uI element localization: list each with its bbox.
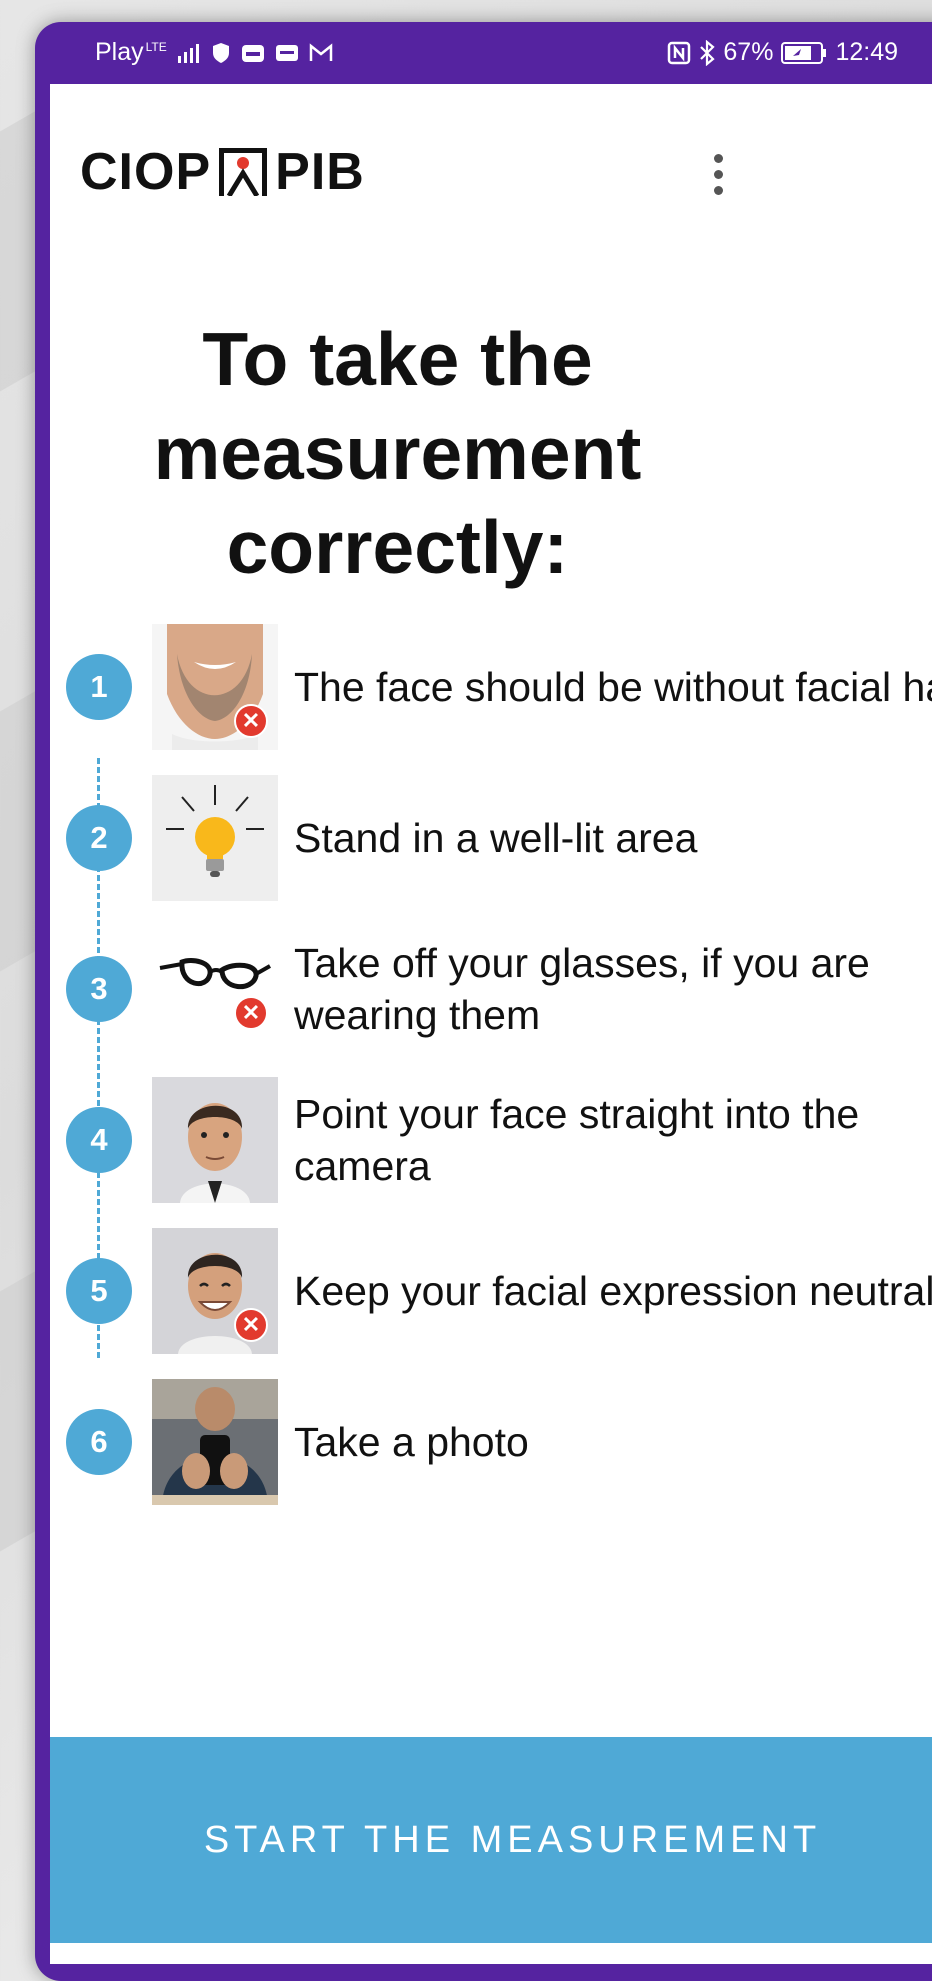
status-right: 67% 12:49 <box>667 38 898 67</box>
logo-mark-icon <box>219 148 268 196</box>
step-text: Take off your glasses, if you are wearin… <box>294 940 870 1038</box>
menu-dot-icon <box>713 153 723 163</box>
menu-dot-icon <box>713 169 723 179</box>
logo-text-right: PIB <box>275 143 365 201</box>
logo-text-left: CIOP <box>80 143 212 201</box>
sms-icon <box>275 42 299 64</box>
step-number-badge: 4 <box>66 1107 132 1173</box>
status-left: Play LTE <box>95 38 333 67</box>
step-item: 1 ✕ The face should be without facial ha… <box>50 624 932 750</box>
straight-face-image <box>152 1077 278 1203</box>
step-text: The face should be without facial hair <box>294 664 932 710</box>
smiling-face-image: ✕ <box>152 1228 278 1354</box>
step-item: 4 Point your face straight into the came… <box>50 1077 932 1203</box>
signal-icon <box>177 42 201 64</box>
step-number-badge: 5 <box>66 1258 132 1324</box>
app-notification-icon <box>241 42 265 64</box>
step-text: Stand in a well-lit area <box>294 815 698 861</box>
carrier-label: Play <box>95 38 144 66</box>
step-item: 3 ✕ Take off your glasses, if you are we… <box>50 926 932 1052</box>
step-text: Keep your facial expression neutral <box>294 1268 932 1314</box>
gmail-icon <box>309 42 333 63</box>
phone-frame: Play LTE 67% 12:49 CIOP PIB To take the … <box>35 22 932 1981</box>
step-text: Take a photo <box>294 1419 529 1465</box>
step-item: 5 ✕ Keep your facial expression neutral <box>50 1228 932 1354</box>
start-measurement-label: START THE MEASUREMENT <box>203 1819 822 1861</box>
step-text: Point your face straight into the camera <box>294 1091 860 1189</box>
step-number-badge: 2 <box>66 805 132 871</box>
ciop-pib-logo: CIOP PIB <box>80 142 365 202</box>
nfc-icon <box>667 41 691 65</box>
overflow-menu-button[interactable] <box>688 144 748 204</box>
step-item: 6 Take a photo <box>50 1379 932 1505</box>
not-allowed-icon: ✕ <box>234 1308 268 1342</box>
not-allowed-icon: ✕ <box>234 996 268 1030</box>
start-measurement-button[interactable]: START THE MEASUREMENT <box>50 1737 932 1943</box>
step-item: 2 Stand in a well-lit area <box>50 775 932 901</box>
beard-face-image: ✕ <box>152 624 278 750</box>
step-number-badge: 3 <box>66 956 132 1022</box>
battery-percent: 67% <box>723 38 774 66</box>
status-bar: Play LTE 67% 12:49 <box>35 22 932 84</box>
clock: 12:49 <box>835 38 898 66</box>
taking-photo-image <box>152 1379 278 1505</box>
not-allowed-icon: ✕ <box>234 704 268 738</box>
menu-dot-icon <box>713 185 723 195</box>
network-label: LTE <box>145 40 167 54</box>
shield-icon <box>211 42 231 64</box>
bluetooth-icon <box>699 39 716 66</box>
step-number-badge: 6 <box>66 1409 132 1475</box>
battery-icon <box>781 41 827 65</box>
lightbulb-image <box>152 775 278 901</box>
app-bar: CIOP PIB <box>50 84 932 224</box>
page-title: To take the measurement correctly: <box>153 317 642 589</box>
app-screen: CIOP PIB To take the measurement correct… <box>50 84 932 1964</box>
glasses-image: ✕ <box>152 926 278 1052</box>
step-number-badge: 1 <box>66 654 132 720</box>
